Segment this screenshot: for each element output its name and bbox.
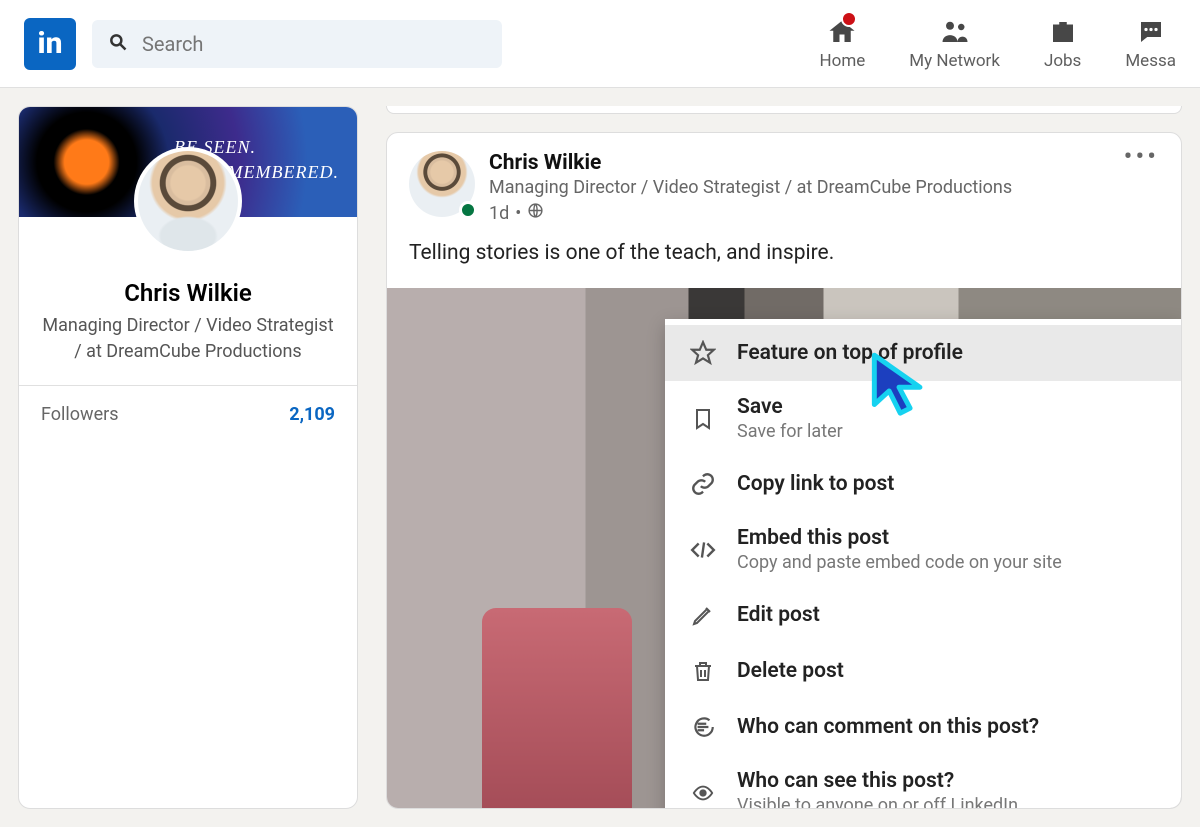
- post-card: Chris Wilkie Managing Director / Video S…: [386, 132, 1182, 809]
- search-input[interactable]: [140, 31, 486, 57]
- presence-indicator: [459, 201, 477, 219]
- bookmark-icon: [689, 405, 717, 433]
- nav-label: Jobs: [1044, 51, 1081, 71]
- menu-sublabel: Save for later: [737, 421, 843, 442]
- top-nav: Home My Network Jobs Messa: [820, 17, 1176, 71]
- post-timestamp: 1d •: [489, 202, 1159, 224]
- link-icon: [689, 470, 717, 498]
- jobs-icon: [1046, 17, 1080, 47]
- pencil-icon: [689, 601, 717, 629]
- profile-name[interactable]: Chris Wilkie: [39, 279, 337, 307]
- nav-messaging[interactable]: Messa: [1125, 17, 1176, 71]
- dot-separator: •: [515, 203, 521, 224]
- previous-card-edge: [386, 106, 1182, 114]
- followers-label: Followers: [41, 404, 119, 425]
- linkedin-logo[interactable]: in: [24, 18, 76, 70]
- menu-delete[interactable]: Delete post: [665, 643, 1181, 699]
- menu-sublabel: Copy and paste embed code on your site: [737, 552, 1062, 573]
- menu-label: Copy link to post: [737, 472, 894, 496]
- trash-icon: [689, 657, 717, 685]
- menu-copy-link[interactable]: Copy link to post: [665, 456, 1181, 512]
- menu-label: Edit post: [737, 603, 820, 627]
- code-icon: [689, 536, 717, 564]
- star-icon: [689, 339, 717, 367]
- menu-label: Who can comment on this post?: [737, 715, 1039, 739]
- nav-home[interactable]: Home: [820, 17, 866, 71]
- cursor-overlay: [867, 349, 931, 427]
- menu-who-see[interactable]: Who can see this post? Visible to anyone…: [665, 755, 1181, 809]
- profile-avatar[interactable]: [134, 147, 242, 255]
- search-box[interactable]: [92, 20, 502, 68]
- post-author-role: Managing Director / Video Strategist / a…: [489, 177, 1159, 198]
- globe-icon: [527, 202, 544, 224]
- post-options-button[interactable]: •••: [1124, 151, 1159, 164]
- post-body-text: Telling stories is one of the teach, and…: [387, 224, 1181, 288]
- nav-jobs[interactable]: Jobs: [1044, 17, 1081, 71]
- header-bar: in Home My Network Jobs: [0, 0, 1200, 88]
- post-time-value: 1d: [489, 203, 509, 224]
- menu-label: Embed this post: [737, 526, 1062, 550]
- menu-sublabel: Visible to anyone on or off LinkedIn: [737, 795, 1018, 809]
- comment-icon: [689, 713, 717, 741]
- menu-label: Delete post: [737, 659, 844, 683]
- post-author-name[interactable]: Chris Wilkie: [489, 151, 1159, 175]
- menu-label: Who can see this post?: [737, 769, 1018, 793]
- followers-row[interactable]: Followers 2,109: [19, 386, 357, 443]
- nav-label: Messa: [1125, 51, 1176, 71]
- menu-edit[interactable]: Edit post: [665, 587, 1181, 643]
- followers-count: 2,109: [289, 404, 335, 425]
- post-author-avatar[interactable]: [409, 151, 475, 217]
- menu-label: Save: [737, 395, 843, 419]
- menu-embed[interactable]: Embed this post Copy and paste embed cod…: [665, 512, 1181, 587]
- profile-sidebar-card: Chris Wilkie Managing Director / Video S…: [18, 106, 358, 809]
- messaging-icon: [1134, 17, 1168, 47]
- search-icon: [108, 32, 128, 56]
- eye-icon: [689, 779, 717, 807]
- menu-who-comment[interactable]: Who can comment on this post?: [665, 699, 1181, 755]
- notification-badge: [841, 11, 857, 27]
- network-icon: [938, 17, 972, 47]
- nav-network[interactable]: My Network: [909, 17, 1000, 71]
- profile-title: Managing Director / Video Strategist / a…: [39, 313, 337, 365]
- nav-label: My Network: [909, 51, 1000, 71]
- nav-label: Home: [820, 51, 866, 71]
